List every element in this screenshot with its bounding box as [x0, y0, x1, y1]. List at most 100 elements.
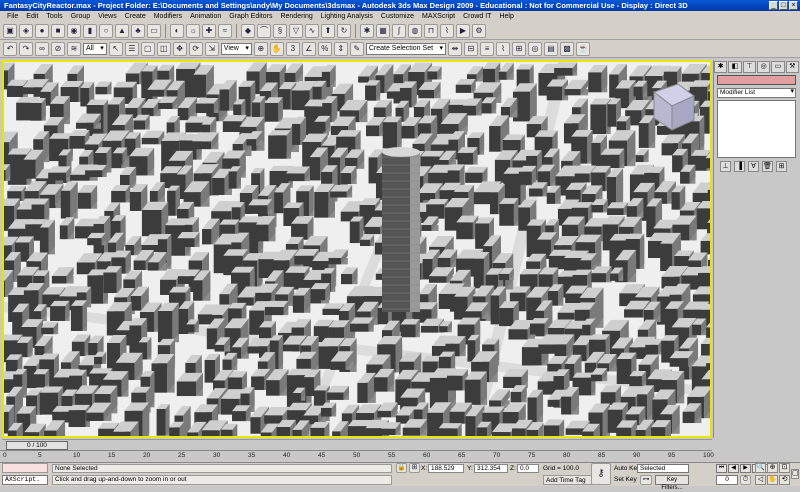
modifier-icon[interactable]: ◆: [241, 24, 255, 38]
play-icon[interactable]: ▶: [740, 464, 751, 473]
link-icon[interactable]: ∞: [35, 42, 49, 56]
menu-maxscript[interactable]: MAXScript: [418, 11, 459, 22]
modifier-list-dropdown[interactable]: Modifier List: [717, 88, 796, 98]
track-bar[interactable]: 0510152025303540455055606570758085909510…: [0, 450, 712, 462]
window-crossing-icon[interactable]: ◫: [157, 42, 171, 56]
unlink-icon[interactable]: ⊘: [51, 42, 65, 56]
display-tab-icon[interactable]: ▭: [771, 61, 784, 73]
undo-icon[interactable]: ↶: [3, 42, 17, 56]
menu-crowd-it[interactable]: Crowd IT: [459, 11, 495, 22]
schematic-view-icon[interactable]: ⊞: [512, 42, 526, 56]
select-object-icon[interactable]: ↖: [109, 42, 123, 56]
hinge-icon[interactable]: ⊓: [424, 24, 438, 38]
menu-create[interactable]: Create: [121, 11, 150, 22]
twist-icon[interactable]: §: [273, 24, 287, 38]
set-key-icon[interactable]: ⚷: [591, 463, 611, 485]
pan-icon[interactable]: ✋: [767, 475, 778, 485]
simulate-icon[interactable]: ⚙: [472, 24, 486, 38]
softbody-icon[interactable]: ◍: [408, 24, 422, 38]
preview-icon[interactable]: ▶: [456, 24, 470, 38]
bend-icon[interactable]: ⌒: [257, 24, 271, 38]
zoom-all-icon[interactable]: ⊕: [767, 463, 778, 473]
curve-editor-icon[interactable]: ⌇: [496, 42, 510, 56]
sphere-icon[interactable]: ◉: [67, 24, 81, 38]
rope-icon[interactable]: ∫: [392, 24, 406, 38]
noise-icon[interactable]: ∿: [305, 24, 319, 38]
percent-snap-icon[interactable]: %: [318, 42, 332, 56]
pin-stack-icon[interactable]: ⊥: [720, 161, 731, 172]
mirror-icon[interactable]: ⇹: [448, 42, 462, 56]
utilities-tab-icon[interactable]: ⚒: [786, 61, 799, 73]
zoom-icon[interactable]: 🔍: [755, 463, 766, 473]
angle-snap-icon[interactable]: ∠: [302, 42, 316, 56]
modify-tab-icon[interactable]: ◧: [728, 61, 741, 73]
key-filters-button[interactable]: Key Filters...: [655, 475, 689, 485]
create-tab-icon[interactable]: ✱: [714, 61, 727, 73]
render-icon[interactable]: ◈: [19, 24, 33, 38]
menu-help[interactable]: Help: [495, 11, 517, 22]
show-end-result-icon[interactable]: ▐: [734, 161, 745, 172]
bind-spacewarp-icon[interactable]: ≋: [67, 42, 81, 56]
absolute-mode-icon[interactable]: ⊞: [409, 463, 420, 473]
box-icon[interactable]: ■: [51, 24, 65, 38]
extrude-icon[interactable]: ⬆: [321, 24, 335, 38]
configure-modifier-sets-icon[interactable]: ⊞: [776, 161, 787, 172]
menu-tools[interactable]: Tools: [42, 11, 66, 22]
menu-modifiers[interactable]: Modifiers: [150, 11, 186, 22]
redo-icon[interactable]: ↷: [19, 42, 33, 56]
move-icon[interactable]: ✥: [173, 42, 187, 56]
cylinder-icon[interactable]: ▮: [83, 24, 97, 38]
menu-customize[interactable]: Customize: [377, 11, 418, 22]
named-selection-dropdown[interactable]: Create Selection Set: [366, 43, 446, 55]
go-to-start-icon[interactable]: ⏮: [716, 464, 727, 473]
teapot-icon[interactable]: ♣: [131, 24, 145, 38]
material-icon[interactable]: ●: [35, 24, 49, 38]
maxscript-label[interactable]: AXScript.: [2, 475, 48, 485]
key-mode-dropdown[interactable]: Selected: [637, 464, 689, 473]
snap-toggle-icon[interactable]: 3: [286, 42, 300, 56]
quick-render-icon[interactable]: ☕: [576, 42, 590, 56]
taper-icon[interactable]: ▽: [289, 24, 303, 38]
pivot-center-icon[interactable]: ⊕: [254, 42, 268, 56]
layer-manager-icon[interactable]: ≡: [480, 42, 494, 56]
edit-named-selection-icon[interactable]: ✎: [350, 42, 364, 56]
zoom-extents-icon[interactable]: ⊡: [779, 463, 790, 473]
x-coordinate-field[interactable]: 188.529: [428, 464, 464, 473]
menu-graph-editors[interactable]: Graph Editors: [225, 11, 276, 22]
selection-region-icon[interactable]: ▢: [141, 42, 155, 56]
maximize-button[interactable]: □: [779, 1, 788, 10]
maximize-viewport-icon[interactable]: ▢: [791, 469, 799, 479]
hierarchy-tab-icon[interactable]: ⊤: [743, 61, 756, 73]
select-by-name-icon[interactable]: ☰: [125, 42, 139, 56]
selection-filter-dropdown[interactable]: All: [83, 43, 107, 55]
save-icon[interactable]: ▣: [3, 24, 17, 38]
previous-frame-icon[interactable]: ◀: [728, 464, 739, 473]
menu-group[interactable]: Group: [67, 11, 94, 22]
rotate-icon[interactable]: ⟳: [189, 42, 203, 56]
menu-edit[interactable]: Edit: [22, 11, 42, 22]
maxscript-listener-mini[interactable]: [2, 463, 48, 473]
menu-views[interactable]: Views: [94, 11, 121, 22]
time-slider-thumb[interactable]: 0 / 100: [6, 441, 68, 450]
cloth-icon[interactable]: ▦: [376, 24, 390, 38]
spring-icon[interactable]: ⌇: [440, 24, 454, 38]
time-slider[interactable]: 0 / 100: [2, 439, 712, 450]
reactor-icon[interactable]: ✱: [360, 24, 374, 38]
make-unique-icon[interactable]: ∀: [748, 161, 759, 172]
set-key-button[interactable]: Set Key: [614, 475, 637, 484]
key-mode-icon[interactable]: ⊶: [640, 475, 652, 485]
align-icon[interactable]: ⊟: [464, 42, 478, 56]
menu-file[interactable]: File: [3, 11, 22, 22]
y-coordinate-field[interactable]: 312.354: [474, 464, 508, 473]
time-configuration-icon[interactable]: ⏱: [740, 475, 751, 485]
object-color-swatch[interactable]: [717, 75, 796, 85]
reference-coordinate-dropdown[interactable]: View: [221, 43, 252, 55]
cone-icon[interactable]: ▲: [115, 24, 129, 38]
motion-tab-icon[interactable]: ◎: [757, 61, 770, 73]
plane-icon[interactable]: ▭: [147, 24, 161, 38]
remove-modifier-icon[interactable]: 🗑: [762, 161, 773, 172]
menu-lighting-analysis[interactable]: Lighting Analysis: [317, 11, 377, 22]
lathe-icon[interactable]: ↻: [337, 24, 351, 38]
camera-icon[interactable]: ◐: [170, 24, 184, 38]
torus-icon[interactable]: ○: [99, 24, 113, 38]
